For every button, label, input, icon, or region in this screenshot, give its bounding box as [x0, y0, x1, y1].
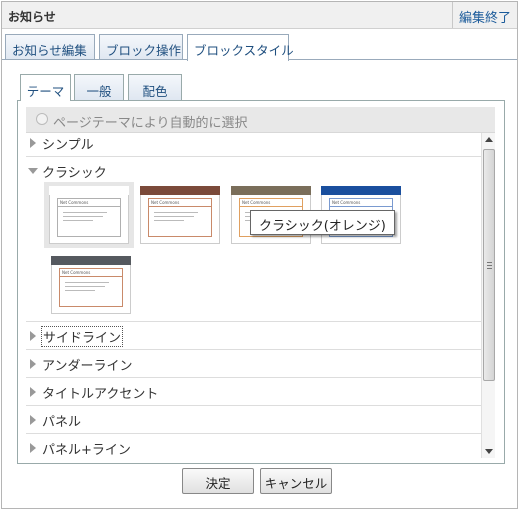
tab-block-style[interactable]: ブロックスタイル	[187, 34, 294, 61]
expand-arrow-icon	[30, 331, 36, 341]
auto-select-label[interactable]: ページテーマにより自動的に選択	[53, 112, 247, 131]
collapse-arrow-icon	[28, 168, 38, 174]
thumbnail-title: Net Commons	[239, 198, 303, 207]
theme-group-panel-line[interactable]: パネル+ライン	[26, 434, 481, 458]
theme-thumbnail[interactable]: Net Commons	[140, 186, 220, 244]
thumbnail-title: Net Commons	[148, 198, 212, 207]
subtab-theme[interactable]: テーマ	[20, 74, 71, 101]
thumbnail-header	[140, 186, 220, 195]
theme-group-label: パネル+ライン	[42, 443, 131, 458]
theme-group-label: サイドライン	[40, 326, 124, 347]
theme-group-sideline[interactable]: サイドライン	[26, 322, 481, 350]
auto-select-bar: ページテーマにより自動的に選択	[26, 107, 495, 132]
thumbnail-title: Net Commons	[329, 198, 393, 207]
theme-thumbnail[interactable]: Net Commons	[51, 256, 131, 314]
theme-group-label: パネル	[42, 415, 82, 430]
thumbnail-header	[49, 186, 129, 195]
title-bar: お知らせ 編集終了	[2, 2, 517, 29]
block-style-window: お知らせ 編集終了 お知らせ編集 ブロック操作 ブロックスタイル テーマ 一般 …	[1, 1, 518, 509]
tab-notice-edit[interactable]: お知らせ編集	[5, 34, 95, 60]
theme-thumbnail[interactable]: Net Commons	[49, 186, 129, 244]
cancel-button[interactable]: キャンセル	[260, 468, 332, 494]
theme-list: シンプル クラシック Net Commons Net Commons Net C…	[26, 132, 495, 458]
thumbnail-tooltip: クラシック(オレンジ)	[250, 210, 395, 235]
ok-button[interactable]: 決定	[182, 468, 254, 494]
scroll-up-icon[interactable]	[485, 137, 493, 142]
thumbnail-header	[321, 186, 401, 195]
expand-arrow-icon	[30, 443, 36, 453]
thumbnail-header	[231, 186, 311, 195]
expand-arrow-icon	[30, 415, 36, 425]
theme-group-panel[interactable]: パネル	[26, 406, 481, 434]
thumbnail-title: Net Commons	[57, 198, 121, 207]
theme-panel-container: テーマ 一般 配色 ページテーマにより自動的に選択 シンプル クラシック Net…	[17, 74, 505, 464]
theme-group-label: タイトルアクセント	[42, 387, 159, 402]
thumbnail-title: Net Commons	[59, 268, 123, 277]
theme-group-label: シンプル	[42, 138, 94, 153]
theme-group-title-accent[interactable]: タイトルアクセント	[26, 378, 481, 406]
expand-arrow-icon	[30, 138, 36, 148]
expand-arrow-icon	[30, 387, 36, 397]
theme-group-simple[interactable]: シンプル	[26, 133, 481, 157]
scroll-down-icon[interactable]	[485, 449, 493, 454]
theme-group-underline[interactable]: アンダーライン	[26, 350, 481, 378]
subtab-color[interactable]: 配色	[128, 74, 182, 100]
theme-panel: ページテーマにより自動的に選択 シンプル クラシック Net Commons N…	[17, 100, 505, 464]
grip-icon	[487, 262, 492, 271]
subtab-general[interactable]: 一般	[74, 74, 124, 100]
theme-group-label: クラシック	[42, 166, 107, 181]
theme-group-label: アンダーライン	[42, 359, 133, 374]
auto-select-radio[interactable]	[36, 113, 48, 125]
window-title: お知らせ	[8, 10, 56, 24]
end-edit-link[interactable]: 編集終了	[451, 2, 517, 28]
vertical-scrollbar[interactable]	[481, 133, 495, 458]
scrollbar-thumb[interactable]	[483, 149, 495, 381]
thumbnail-header	[51, 256, 131, 265]
tab-block-operation[interactable]: ブロック操作	[99, 34, 183, 60]
expand-arrow-icon	[30, 359, 36, 369]
